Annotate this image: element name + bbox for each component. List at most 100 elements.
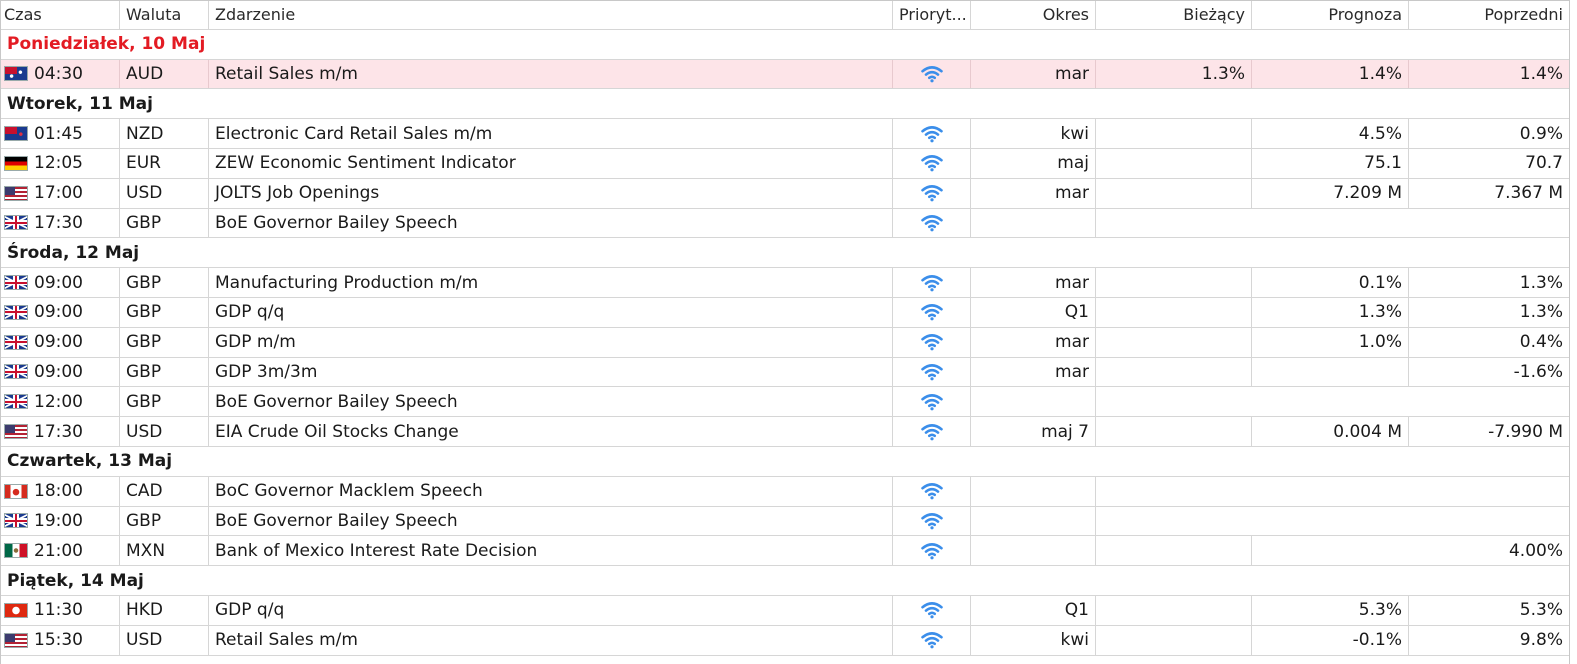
currency-cell: USD	[120, 625, 209, 655]
currency-cell: GBP	[120, 506, 209, 536]
event-time: 09:00	[34, 361, 83, 382]
period-cell	[971, 387, 1096, 417]
time-cell: 09:00	[1, 297, 120, 327]
period-cell: kwi	[971, 625, 1096, 655]
forecast-cell	[1252, 477, 1409, 506]
column-header-period[interactable]: Okres	[971, 1, 1096, 29]
actual-cell	[1096, 119, 1252, 148]
period-cell	[971, 476, 1096, 506]
column-header-priority[interactable]: Prioryt...	[893, 1, 971, 29]
event-time: 11:30	[34, 600, 83, 621]
time-cell: 01:45	[1, 119, 120, 148]
column-header-previous[interactable]: Poprzedni	[1409, 1, 1569, 29]
flag-gb-icon	[4, 215, 28, 231]
previous-cell	[1409, 477, 1569, 506]
forecast-cell: 1.4%	[1252, 59, 1409, 89]
forecast-cell	[1252, 357, 1409, 387]
previous-cell: 9.8%	[1519, 630, 1563, 651]
flag-gb-icon	[4, 304, 28, 320]
forecast-cell: 7.209 M	[1252, 178, 1409, 208]
period-cell: maj	[971, 148, 1096, 178]
time-cell: 09:00	[1, 357, 120, 387]
actual-cell	[1096, 178, 1252, 208]
flag-us-icon	[4, 185, 28, 201]
event-cell: GDP 3m/3m	[209, 357, 893, 387]
column-header-time[interactable]: Czas	[1, 1, 120, 29]
day-header: Czwartek, 13 Maj	[1, 447, 1569, 477]
priority-cell	[893, 595, 971, 625]
time-cell: 11:30	[1, 595, 120, 625]
event-cell: GDP q/q	[209, 297, 893, 327]
priority-signal-icon	[920, 303, 944, 321]
event-time: 21:00	[34, 540, 83, 561]
currency-cell: USD	[120, 178, 209, 208]
column-header-event[interactable]: Zdarzenie	[209, 1, 893, 29]
time-cell: 09:00	[1, 268, 120, 297]
actual-cell	[1096, 387, 1252, 416]
table-row[interactable]: 09:00 GBP GDP 3m/3m mar -1.6%	[1, 357, 1569, 388]
day-header: Poniedziałek, 10 Maj	[1, 30, 1569, 60]
time-cell: 12:05	[1, 148, 120, 178]
priority-signal-icon	[920, 542, 944, 560]
priority-cell	[893, 625, 971, 655]
table-row[interactable]: 19:00 GBP BoE Governor Bailey Speech	[1, 506, 1569, 537]
priority-cell	[893, 59, 971, 89]
table-row[interactable]: 15:30 USD Retail Sales m/m kwi -0.1% 9.8%	[1, 625, 1569, 656]
table-header: Czas Waluta Zdarzenie Prioryt... Okres B…	[1, 0, 1569, 30]
table-row[interactable]: 21:00 MXN Bank of Mexico Interest Rate Dec…	[1, 536, 1569, 567]
table-row[interactable]: 17:00 USD JOLTS Job Openings mar 7.209 M 7.36…	[1, 178, 1569, 209]
priority-signal-icon	[920, 154, 944, 172]
event-cell: BoE Governor Bailey Speech	[209, 208, 893, 238]
table-row[interactable]: 18:00 CAD BoC Governor Macklem Speech	[1, 476, 1569, 507]
priority-signal-icon	[920, 333, 944, 351]
table-row[interactable]: 09:00 GBP GDP q/q Q1 1.3% 1.3%	[1, 297, 1569, 328]
forecast-cell: 4.5%	[1252, 119, 1409, 148]
event-time: 09:00	[34, 272, 83, 293]
priority-signal-icon	[920, 512, 944, 530]
flag-gb-icon	[4, 513, 28, 529]
flag-hk-icon	[4, 602, 28, 618]
event-time: 04:30	[34, 63, 83, 84]
table-row[interactable]: 01:45 NZD Electronic Card Retail Sales m/m…	[1, 119, 1569, 149]
time-cell: 17:30	[1, 208, 120, 238]
column-header-currency[interactable]: Waluta	[120, 1, 209, 29]
day-header: Środa, 12 Maj	[1, 238, 1569, 269]
column-header-forecast[interactable]: Prognoza	[1252, 1, 1409, 29]
currency-cell: GBP	[120, 357, 209, 387]
priority-cell	[893, 357, 971, 387]
priority-cell	[893, 268, 971, 297]
time-cell: 19:00	[1, 506, 120, 536]
currency-cell: EUR	[120, 148, 209, 178]
period-cell: maj 7	[971, 417, 1096, 446]
table-row[interactable]: 04:30 AUD Retail Sales m/m mar 1.3% 1.4% 1.4%	[1, 59, 1569, 90]
forecast-cell	[1252, 507, 1409, 536]
table-row[interactable]: 11:30 HKD GDP q/q Q1 5.3% 5.3%	[1, 595, 1569, 626]
priority-cell	[893, 536, 971, 566]
currency-cell: AUD	[120, 59, 209, 89]
table-row[interactable]: 17:30 USD EIA Crude Oil Stocks Change maj 7…	[1, 417, 1569, 447]
day-header: Wtorek, 11 Maj	[1, 89, 1569, 120]
table-row[interactable]: 12:00 GBP BoE Governor Bailey Speech	[1, 387, 1569, 418]
time-cell: 09:00	[1, 327, 120, 357]
previous-cell	[1409, 387, 1569, 416]
priority-signal-icon	[920, 274, 944, 292]
event-cell: EIA Crude Oil Stocks Change	[209, 417, 893, 446]
flag-mx-icon	[4, 543, 28, 559]
table-row[interactable]: 17:30 GBP BoE Governor Bailey Speech	[1, 208, 1569, 239]
actual-cell	[1096, 297, 1252, 327]
event-cell: Retail Sales m/m	[209, 59, 893, 89]
priority-cell	[893, 208, 971, 238]
actual-cell	[1096, 417, 1252, 446]
table-row[interactable]: 09:00 GBP GDP m/m mar 1.0% 0.4%	[1, 327, 1569, 358]
table-row[interactable]: 09:00 GBP Manufacturing Production m/m mar 0…	[1, 268, 1569, 298]
event-cell: Electronic Card Retail Sales m/m	[209, 119, 893, 148]
currency-cell: MXN	[120, 536, 209, 566]
table-row[interactable]: 12:05 EUR ZEW Economic Sentiment Indicator…	[1, 148, 1569, 179]
currency-cell: GBP	[120, 327, 209, 357]
column-header-actual[interactable]: Bieżący	[1096, 1, 1252, 29]
previous-cell: 1.4%	[1519, 63, 1563, 84]
event-time: 18:00	[34, 481, 83, 502]
event-cell: ZEW Economic Sentiment Indicator	[209, 148, 893, 178]
event-cell: Bank of Mexico Interest Rate Decision	[209, 536, 893, 566]
forecast-cell: -0.1%	[1252, 625, 1409, 655]
